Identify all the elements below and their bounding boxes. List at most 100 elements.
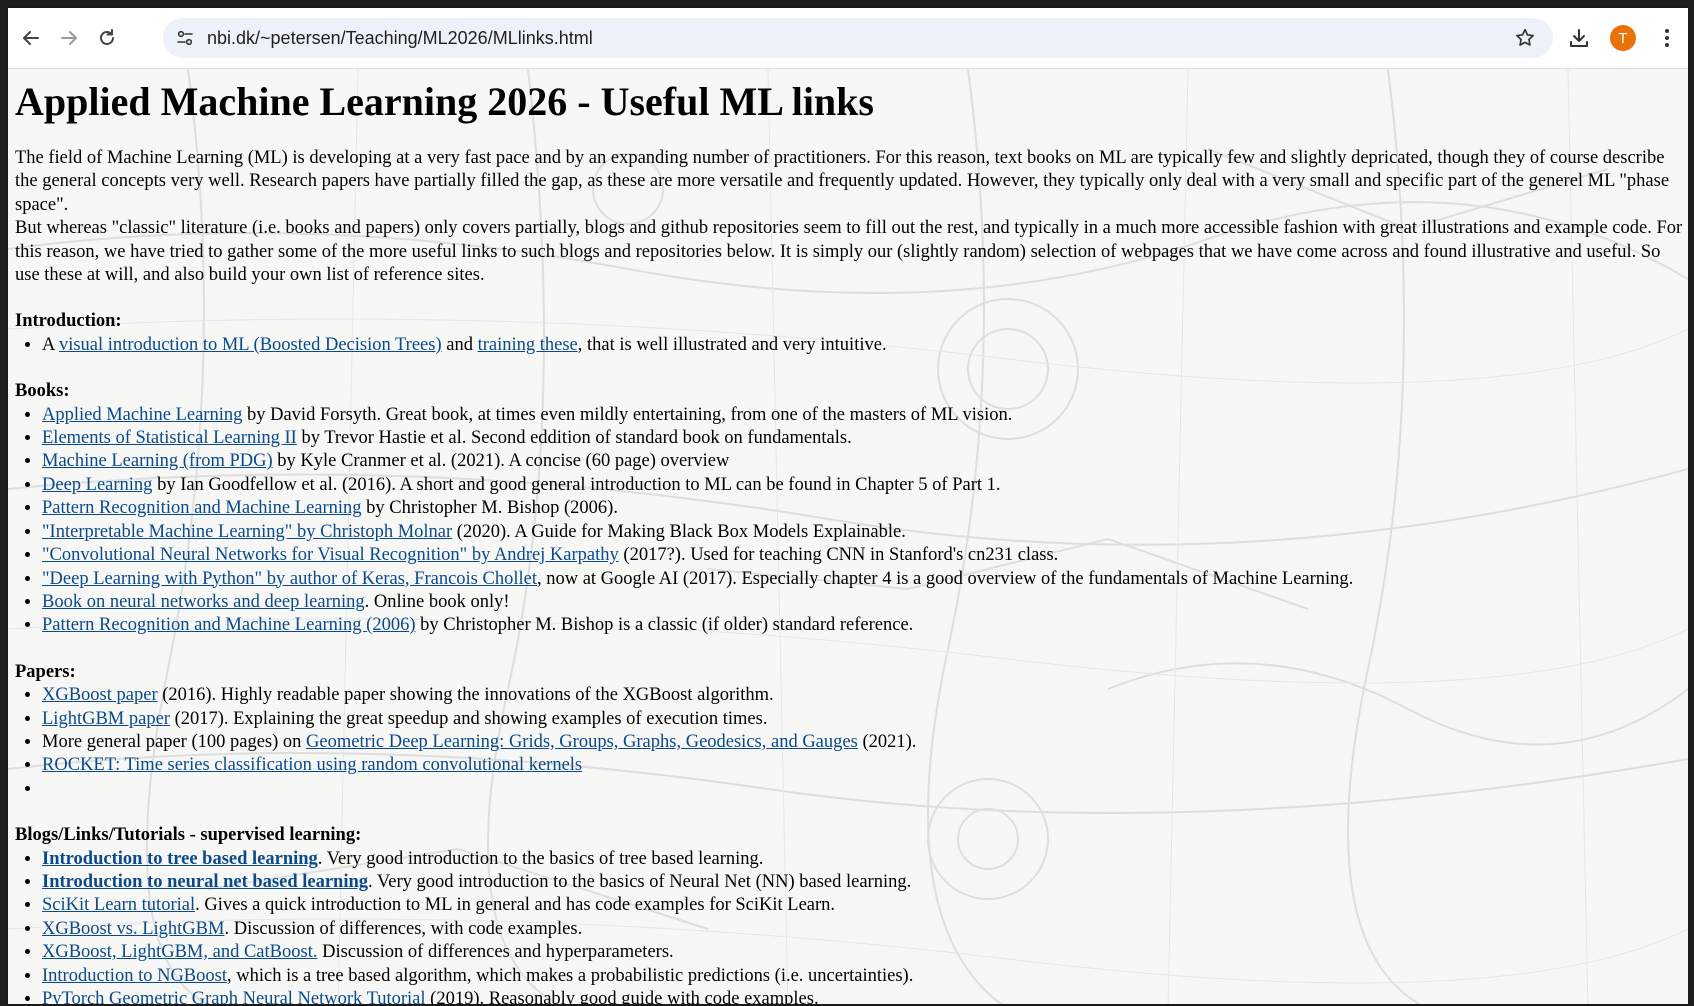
item-description: . Very good introduction to the basics o…	[317, 848, 764, 869]
item-link[interactable]: Geometric Deep Learning: Grids, Groups, …	[306, 732, 858, 752]
item-description: by Christopher M. Bishop is a classic (i…	[415, 615, 914, 636]
item-description: (2017?). Used for teaching CNN in Stanfo…	[618, 545, 1059, 566]
item-description: (2017). Explaining the great speedup and…	[169, 708, 768, 729]
list-item: "Convolutional Neural Networks for Visua…	[42, 544, 1688, 567]
list-item: LightGBM paper (2017). Explaining the gr…	[42, 708, 1688, 731]
item-description: (2016). Highly readable paper showing th…	[157, 685, 774, 706]
list-item: XGBoost vs. LightGBM. Discussion of diff…	[42, 918, 1688, 941]
item-link[interactable]: SciKit Learn tutorial	[42, 895, 195, 915]
item-link[interactable]: Book on neural networks and deep learnin…	[42, 592, 365, 612]
item-link[interactable]: Pattern Recognition and Machine Learning	[42, 498, 362, 518]
forward-button[interactable]	[54, 23, 84, 53]
item-link[interactable]: Pattern Recognition and Machine Learning…	[42, 615, 416, 635]
item-text: and	[441, 334, 478, 355]
item-link[interactable]: Machine Learning (from PDG)	[42, 451, 273, 471]
item-link[interactable]: "Interpretable Machine Learning" by Chri…	[42, 522, 452, 542]
item-link[interactable]: Introduction to neural net based learnin…	[42, 872, 368, 892]
item-description: (2020). A Guide for Making Black Box Mod…	[452, 521, 906, 542]
blogs-list: Introduction to tree based learning. Ver…	[15, 848, 1688, 1004]
profile-button[interactable]: T	[1608, 23, 1638, 53]
downloads-button[interactable]	[1564, 23, 1594, 53]
item-link[interactable]: LightGBM paper	[42, 709, 170, 729]
forward-icon	[61, 31, 77, 45]
item-link[interactable]: Introduction to NGBoost	[42, 966, 227, 986]
intro-paragraph-1: The field of Machine Learning (ML) is de…	[15, 148, 1670, 215]
item-description: . Gives a quick introduction to ML in ge…	[195, 895, 836, 916]
avatar: T	[1610, 25, 1636, 51]
download-icon	[1570, 29, 1588, 47]
papers-list: XGBoost paper (2016). Highly readable pa…	[15, 684, 1688, 801]
item-description: (2019). Reasonably good guide with code …	[425, 989, 819, 1004]
item-description: by Christopher M. Bishop (2006).	[361, 498, 618, 519]
list-item: ROCKET: Time series classification using…	[42, 754, 1688, 777]
list-item	[42, 778, 1688, 801]
browser-window: nbi.dk/~petersen/Teaching/ML2026/MLlinks…	[6, 6, 1690, 1006]
item-link[interactable]: XGBoost paper	[42, 685, 158, 705]
introduction-list: A visual introduction to ML (Boosted Dec…	[15, 334, 1688, 357]
list-item: A visual introduction to ML (Boosted Dec…	[42, 334, 1688, 357]
item-description: by Ian Goodfellow et al. (2016). A short…	[152, 474, 1001, 495]
reload-button[interactable]	[92, 23, 122, 53]
introduction-heading: Introduction:	[15, 311, 122, 332]
item-link[interactable]: XGBoost, LightGBM, and CatBoost.	[42, 942, 317, 962]
item-text: , that is well illustrated and very intu…	[577, 334, 887, 355]
list-item: Introduction to neural net based learnin…	[42, 871, 1688, 894]
list-item: "Interpretable Machine Learning" by Chri…	[42, 521, 1688, 544]
list-item: XGBoost, LightGBM, and CatBoost. Discuss…	[42, 941, 1688, 964]
item-description: . Online book only!	[364, 591, 510, 612]
books-heading: Books:	[15, 381, 70, 402]
list-item: Pattern Recognition and Machine Learning…	[42, 614, 1688, 637]
books-list: Applied Machine Learning by David Forsyt…	[15, 404, 1688, 638]
site-info-button[interactable]	[171, 24, 199, 52]
item-link[interactable]: PyTorch Geometric Graph Neural Network T…	[42, 989, 426, 1004]
blogs-heading: Blogs/Links/Tutorials - supervised learn…	[15, 825, 362, 846]
browser-toolbar: nbi.dk/~petersen/Teaching/ML2026/MLlinks…	[8, 8, 1688, 69]
item-link[interactable]: Deep Learning	[42, 475, 152, 495]
item-description: by Kyle Cranmer et al. (2021). A concise…	[272, 451, 730, 472]
menu-icon	[1665, 29, 1669, 47]
item-description: Discussion of differences and hyperparam…	[317, 942, 674, 963]
link-visual-intro[interactable]: visual introduction to ML (Boosted Decis…	[59, 335, 442, 355]
list-item: Deep Learning by Ian Goodfellow et al. (…	[42, 474, 1688, 497]
address-bar[interactable]: nbi.dk/~petersen/Teaching/ML2026/MLlinks…	[163, 18, 1553, 58]
browser-menu-button[interactable]	[1652, 23, 1682, 53]
page-title: Applied Machine Learning 2026 - Useful M…	[15, 79, 874, 124]
list-item: Introduction to tree based learning. Ver…	[42, 848, 1688, 871]
item-link[interactable]: ROCKET: Time series classification using…	[42, 755, 582, 775]
list-item: Pattern Recognition and Machine Learning…	[42, 497, 1688, 520]
item-link[interactable]: "Deep Learning with Python" by author of…	[42, 569, 537, 589]
bookmark-star-icon	[1516, 28, 1534, 46]
link-training-these[interactable]: training these	[478, 335, 578, 355]
item-description: , now at Google AI (2017). Especially ch…	[536, 568, 1354, 589]
toolbar-actions: T	[1550, 23, 1682, 53]
list-item: XGBoost paper (2016). Highly readable pa…	[42, 684, 1688, 707]
url-text[interactable]: nbi.dk/~petersen/Teaching/ML2026/MLlinks…	[207, 28, 1511, 49]
list-item: PyTorch Geometric Graph Neural Network T…	[42, 988, 1688, 1004]
page-content: Applied Machine Learning 2026 - Useful M…	[8, 79, 1688, 1004]
item-link[interactable]: XGBoost vs. LightGBM	[42, 919, 224, 939]
item-link[interactable]: Applied Machine Learning	[42, 405, 242, 425]
item-description: , which is a tree based algorithm, which…	[227, 965, 914, 986]
item-description: by David Forsyth. Great book, at times e…	[242, 404, 1013, 425]
papers-heading: Papers:	[15, 661, 76, 682]
reload-icon	[100, 29, 114, 45]
item-link[interactable]: Introduction to tree based learning	[42, 849, 318, 869]
item-text: A	[42, 334, 59, 355]
list-item: Elements of Statistical Learning II by T…	[42, 427, 1688, 450]
bookmark-button[interactable]	[1511, 24, 1539, 52]
back-button[interactable]	[16, 23, 46, 53]
item-link[interactable]: Elements of Statistical Learning II	[42, 428, 297, 448]
item-prefix: More general paper (100 pages) on	[42, 731, 307, 752]
list-item: Book on neural networks and deep learnin…	[42, 591, 1688, 614]
back-icon	[23, 31, 39, 45]
item-description: (2021).	[857, 731, 917, 752]
list-item: "Deep Learning with Python" by author of…	[42, 568, 1688, 591]
item-description: . Discussion of differences, with code e…	[224, 918, 583, 939]
item-link[interactable]: "Convolutional Neural Networks for Visua…	[42, 545, 619, 565]
list-item: More general paper (100 pages) on Geomet…	[42, 731, 1688, 754]
list-item: Applied Machine Learning by David Forsyt…	[42, 404, 1688, 427]
item-description: . Very good introduction to the basics o…	[368, 871, 912, 892]
site-info-icon	[177, 30, 193, 46]
list-item: Introduction to NGBoost, which is a tree…	[42, 965, 1688, 988]
page-viewport[interactable]: Applied Machine Learning 2026 - Useful M…	[8, 69, 1688, 1004]
